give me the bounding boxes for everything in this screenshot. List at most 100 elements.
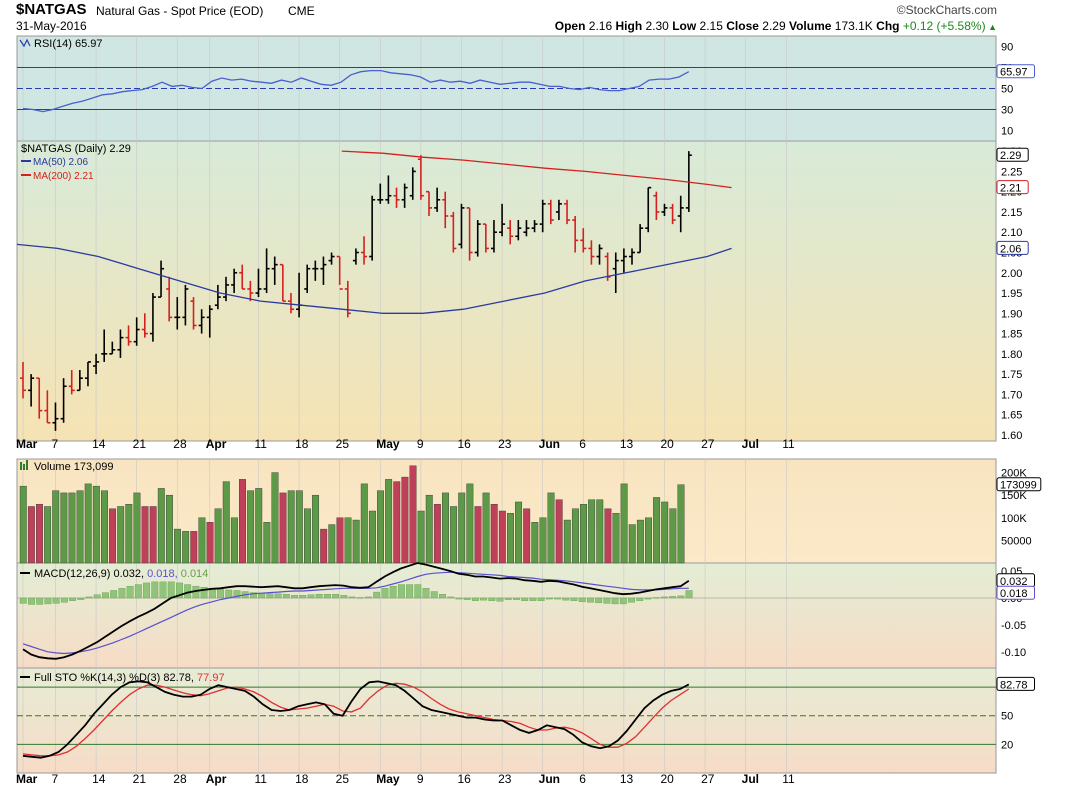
- volume-bar: [247, 490, 255, 564]
- macd-histogram-bar: [439, 594, 446, 599]
- price-tick-label: 1.80: [1001, 349, 1022, 361]
- sto-tick-label: 50: [1001, 711, 1013, 723]
- macd-histogram-bar: [397, 584, 405, 599]
- price-tick-label: 2.15: [1001, 207, 1022, 219]
- macd-histogram-bar: [282, 594, 290, 599]
- macd-histogram-bar: [652, 597, 660, 599]
- volume-bar: [555, 499, 563, 564]
- high-value: 2.30: [645, 19, 669, 33]
- x-tick-label: Mar: [16, 437, 38, 451]
- volume-bar: [206, 522, 214, 564]
- macd-histogram-bar: [480, 597, 488, 601]
- x-tick-label: 14: [92, 437, 106, 451]
- x-tick-label: May: [376, 437, 400, 451]
- volume-bar: [239, 479, 246, 564]
- macd-histogram-bar: [323, 594, 331, 599]
- macd-histogram-bar: [36, 597, 44, 605]
- macd-tick-label: -0.10: [1001, 647, 1026, 659]
- volume-bar: [596, 499, 604, 564]
- volume-bar: [498, 510, 506, 564]
- open-value: 2.16: [588, 19, 613, 33]
- macd-histogram-bar: [628, 597, 635, 603]
- volume-tick-label: 100K: [1001, 513, 1027, 525]
- macd-title-main: MACD(12,26,9) 0.032,: [34, 568, 147, 580]
- x-tick-label: Jun: [539, 772, 560, 786]
- macd-histogram-bar: [69, 597, 77, 601]
- x-tick-label: 28: [173, 772, 187, 786]
- price-tick-label: 1.60: [1001, 430, 1022, 442]
- volume-bar: [563, 519, 571, 564]
- high-label: High: [615, 19, 643, 33]
- macd-histogram-bar: [299, 595, 307, 599]
- x-tick-label: 25: [336, 437, 350, 451]
- x-tick-label: 20: [660, 772, 674, 786]
- volume-bar: [385, 479, 393, 564]
- macd-tick-label: -0.05: [1001, 620, 1026, 632]
- volume-bar: [157, 488, 165, 564]
- macd-histogram-bar: [611, 597, 619, 605]
- volume-bar: [636, 519, 644, 564]
- x-tick-label: 18: [295, 772, 309, 786]
- ohlc-summary: Open 2.16 High 2.30 Low 2.15 Close 2.29 …: [555, 19, 997, 33]
- x-tick-label: 28: [173, 437, 187, 451]
- brand-link[interactable]: ©StockCharts.com: [897, 3, 997, 17]
- change-label: Chg: [876, 19, 900, 33]
- x-tick-label: 14: [92, 772, 106, 786]
- sto-title-d: 77.97: [197, 672, 225, 684]
- macd-histogram-bar: [422, 588, 430, 599]
- ma50-legend-label: MA(50) 2.06: [33, 157, 88, 168]
- macd-histogram-bar: [455, 597, 463, 600]
- x-tick-label: 27: [701, 437, 715, 451]
- ma50-last-value: 2.06: [1000, 243, 1021, 255]
- rsi-last-value: 65.97: [1000, 67, 1028, 79]
- macd-histogram-bar: [151, 581, 159, 599]
- volume-bar: [100, 490, 108, 564]
- macd-histogram-bar: [332, 594, 340, 599]
- macd-histogram-bar: [636, 597, 644, 601]
- price-tick-label: 1.90: [1001, 308, 1022, 320]
- x-tick-label: 7: [51, 772, 58, 786]
- x-tick-label: Apr: [206, 772, 227, 786]
- macd-histogram-bar: [463, 597, 471, 600]
- volume-bar: [628, 524, 636, 564]
- x-tick-label: 23: [498, 772, 512, 786]
- macd-histogram-bar: [291, 595, 298, 599]
- macd-histogram-bar: [307, 594, 315, 599]
- macd-histogram-bar: [315, 594, 323, 599]
- rsi-tick-label: 90: [1001, 42, 1013, 54]
- x-tick-label: Apr: [206, 437, 227, 451]
- macd-histogram-bar: [356, 597, 364, 599]
- instrument-name: Natural Gas - Spot Price (EOD): [96, 4, 264, 18]
- macd-histogram-bar: [570, 597, 578, 601]
- volume-bar: [279, 492, 287, 564]
- x-tick-label: 21: [133, 437, 147, 451]
- volume-bar: [109, 508, 117, 564]
- volume-bar: [222, 481, 230, 564]
- macd-histogram-bar: [118, 588, 126, 599]
- macd-histogram-bar: [488, 597, 496, 601]
- x-tick-label: Jul: [742, 772, 759, 786]
- volume-bar: [27, 506, 35, 564]
- volume-tick-label: 50000: [1001, 535, 1032, 547]
- macd-histogram-bar: [266, 593, 274, 599]
- volume-bar: [76, 490, 84, 564]
- volume-bar: [336, 517, 344, 564]
- macd-histogram-bar: [93, 594, 101, 599]
- macd-histogram-bar: [430, 591, 438, 599]
- volume-bar: [360, 483, 368, 564]
- macd-histogram-bar: [669, 596, 677, 599]
- sto-last-value: 82.78: [1000, 679, 1028, 691]
- price-tick-label: 1.65: [1001, 410, 1022, 422]
- volume-bar: [612, 513, 620, 564]
- volume-bar: [165, 494, 173, 564]
- macd-histogram-bar: [126, 585, 134, 599]
- macd-histogram-bar: [406, 584, 414, 599]
- volume-title: Volume 173,099: [34, 461, 114, 473]
- volume-bar: [401, 476, 409, 564]
- volume-bar: [304, 508, 311, 564]
- macd-histogram-bar: [447, 596, 455, 599]
- volume-bar: [677, 484, 685, 564]
- volume-bar: [442, 492, 449, 564]
- panel-price: [16, 140, 997, 442]
- x-tick-label: May: [376, 772, 400, 786]
